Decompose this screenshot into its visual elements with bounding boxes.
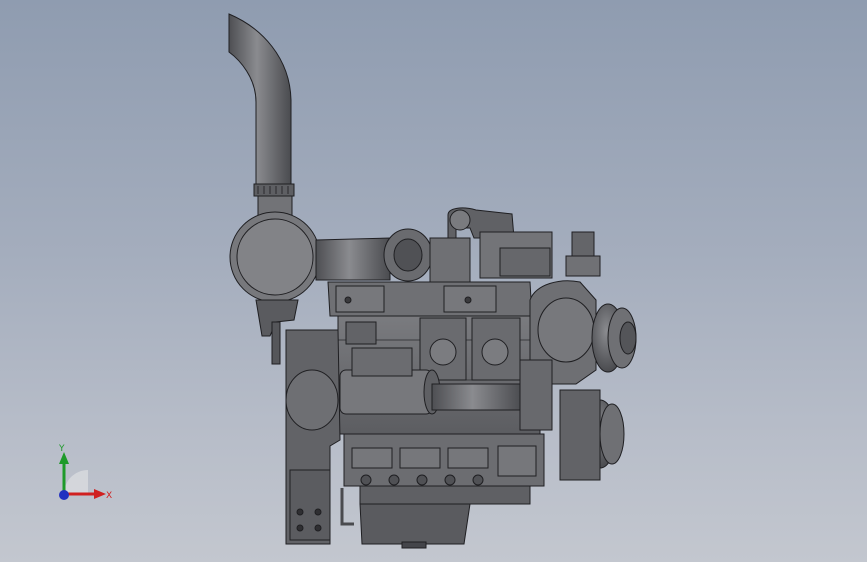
turbocharger <box>383 207 553 289</box>
engine-3d-model[interactable] <box>0 0 867 562</box>
graphics-viewport[interactable]: Y X <box>0 0 867 562</box>
coordinate-triad: Y X <box>58 444 112 501</box>
z-axis-dot-icon <box>59 490 69 500</box>
flywheel-housing <box>285 329 341 545</box>
x-arrow-head-icon <box>94 489 106 499</box>
x-axis-label: X <box>106 491 112 501</box>
intake-manifold <box>327 281 533 317</box>
y-axis-label: Y <box>58 444 65 454</box>
exhaust-stack <box>228 13 295 219</box>
oil-pan <box>340 433 545 549</box>
triad-plane-icon <box>64 470 88 494</box>
